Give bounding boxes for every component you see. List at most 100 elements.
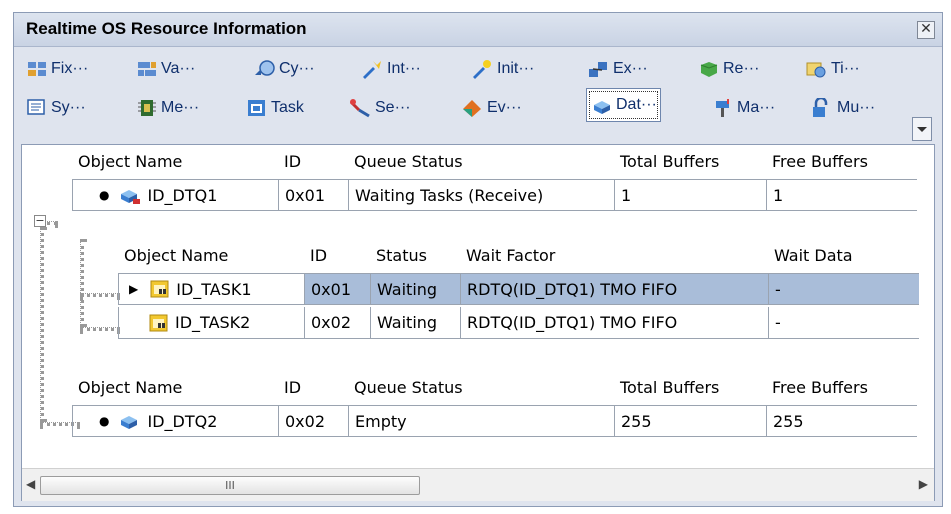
scrollbar-thumb[interactable]: III	[40, 476, 420, 495]
task-wait-data: -	[769, 274, 919, 304]
col-queue-status[interactable]: Queue Status	[348, 371, 614, 403]
exception-handler-icon	[589, 62, 607, 77]
queue-name: ID_DTQ1	[147, 185, 218, 205]
col-wait-factor[interactable]: Wait Factor	[460, 239, 768, 271]
task-wait-factor: RDTQ(ID_DTQ1) TMO FIFO	[461, 307, 769, 338]
queue-id: 0x02	[279, 406, 349, 436]
tab-data-queue[interactable]: Dat···	[586, 88, 661, 122]
tab-exception-handler[interactable]: Ex···	[584, 52, 651, 86]
rendezvous-icon	[700, 62, 718, 77]
queue-name: ID_DTQ2	[147, 411, 218, 431]
table-row[interactable]: ID_TASK2 0x02 Waiting RDTQ(ID_DTQ1) TMO …	[118, 307, 919, 339]
col-queue-status[interactable]: Queue Status	[348, 145, 614, 177]
tab-memory[interactable]: Me···	[134, 91, 202, 125]
object-name-cell: ● ID_DTQ2	[73, 406, 279, 436]
tree-line	[40, 227, 44, 422]
semaphore-icon	[349, 99, 370, 118]
queue-header-row: Object Name ID Queue Status Total Buffer…	[72, 371, 916, 403]
object-name-cell: ▶ ID_TASK1	[119, 274, 305, 304]
table-row[interactable]: ● ID_DTQ1 0x01 Waiting Tasks (Receive) 1…	[72, 179, 917, 211]
col-object-name[interactable]: Object Name	[72, 371, 278, 403]
resource-info-window: Realtime OS Resource Information ✕ Fix··…	[13, 12, 943, 507]
queue-header-row: Object Name ID Queue Status Total Buffer…	[72, 145, 916, 177]
horizontal-scrollbar[interactable]: ◀ III ▶	[22, 468, 934, 501]
window-title: Realtime OS Resource Information	[26, 19, 307, 38]
tab-label: Ex···	[613, 60, 648, 77]
task-id: 0x02	[305, 307, 371, 338]
tab-variable-memory-pool[interactable]: Va···	[134, 52, 198, 86]
col-total-buffers[interactable]: Total Buffers	[614, 145, 766, 177]
data-queue-grid[interactable]: − Object Name ID Queue Status Total Buff…	[21, 144, 935, 501]
toolbar-overflow-button[interactable]	[912, 117, 932, 141]
task-icon	[248, 100, 265, 116]
col-id[interactable]: ID	[278, 145, 348, 177]
tab-label: Me···	[161, 99, 200, 116]
tab-task[interactable]: Task	[244, 91, 307, 125]
col-id[interactable]: ID	[304, 239, 370, 271]
col-free-buffers[interactable]: Free Buffers	[766, 371, 916, 403]
eventflag-icon	[463, 100, 481, 117]
tab-label: Sy···	[51, 99, 86, 116]
tab-label: Int···	[387, 60, 421, 77]
queue-id: 0x01	[279, 180, 349, 210]
task-wait-data: -	[775, 313, 781, 332]
tab-label: Dat···	[616, 96, 657, 113]
tab-label: Cy···	[279, 60, 315, 77]
tab-label: Se···	[375, 99, 411, 116]
queue-status: Empty	[349, 406, 615, 436]
tab-label: Ti···	[831, 60, 860, 77]
tab-rendezvous[interactable]: Re···	[694, 52, 762, 86]
scroll-left-arrow-icon[interactable]: ◀	[26, 477, 35, 491]
object-name-cell: ● ID_DTQ1	[73, 180, 279, 210]
tab-timer[interactable]: Ti···	[802, 52, 863, 86]
initialization-routine-icon	[473, 60, 491, 79]
col-object-name[interactable]: Object Name	[118, 239, 304, 271]
tab-fixed-memory-pool[interactable]: Fix···	[24, 52, 91, 86]
task-name: ID_TASK2	[175, 313, 251, 332]
tree-expander[interactable]: −	[34, 215, 46, 227]
tab-initialization-routine[interactable]: Init···	[468, 52, 537, 86]
tab-label: Task	[271, 99, 304, 116]
table-row[interactable]: ● ID_DTQ2 0x02 Empty 255 255	[72, 405, 917, 437]
col-free-buffers[interactable]: Free Buffers	[766, 145, 916, 177]
task-name: ID_TASK1	[176, 279, 252, 299]
total-buffers: 255	[615, 406, 767, 436]
system-status-icon	[27, 99, 45, 115]
task-status: Waiting	[371, 307, 461, 338]
tab-label: Init···	[497, 60, 535, 77]
mailbox-icon	[716, 99, 729, 117]
current-row-arrow-icon: ▶	[129, 282, 139, 296]
task-wait-factor: RDTQ(ID_DTQ1) TMO FIFO	[461, 274, 769, 304]
tab-mailbox[interactable]: Ma···	[710, 91, 778, 125]
task-id: 0x01	[305, 274, 371, 304]
data-queue-icon	[594, 101, 610, 114]
tab-mutex[interactable]: Mu···	[808, 91, 878, 125]
col-id[interactable]: ID	[278, 371, 348, 403]
tab-eventflag[interactable]: Ev···	[458, 91, 525, 125]
queue-status: Waiting Tasks (Receive)	[349, 180, 615, 210]
tree-line	[80, 327, 120, 331]
interrupt-handler-icon	[363, 61, 381, 79]
col-status[interactable]: Status	[370, 239, 460, 271]
col-object-name[interactable]: Object Name	[72, 145, 278, 177]
tab-label: Ev···	[487, 99, 522, 116]
tab-system-status[interactable]: Sy···	[24, 91, 89, 125]
tab-interrupt-handler[interactable]: Int···	[358, 52, 424, 86]
tab-semaphore[interactable]: Se···	[346, 91, 414, 125]
fixed-memory-pool-icon	[28, 62, 46, 76]
title-bar: Realtime OS Resource Information ✕	[14, 13, 942, 47]
chevron-down-icon	[917, 127, 927, 132]
col-wait-data[interactable]: Wait Data	[768, 239, 918, 271]
total-buffers: 1	[615, 180, 767, 210]
free-buffers: 1	[773, 185, 784, 205]
scroll-right-arrow-icon[interactable]: ▶	[919, 477, 928, 491]
col-total-buffers[interactable]: Total Buffers	[614, 371, 766, 403]
data-queue-waiting-icon	[121, 190, 141, 204]
table-row[interactable]: ▶ ID_TASK1 0x01 Waiting RDTQ(ID_DTQ1) TM…	[118, 273, 919, 305]
task-waiting-icon	[150, 280, 169, 298]
data-queue-icon	[121, 416, 138, 429]
memory-icon	[138, 100, 156, 116]
task-status: Waiting	[371, 274, 461, 304]
close-button[interactable]: ✕	[917, 21, 935, 39]
tab-cyclic-handler[interactable]: Cy···	[250, 52, 318, 86]
